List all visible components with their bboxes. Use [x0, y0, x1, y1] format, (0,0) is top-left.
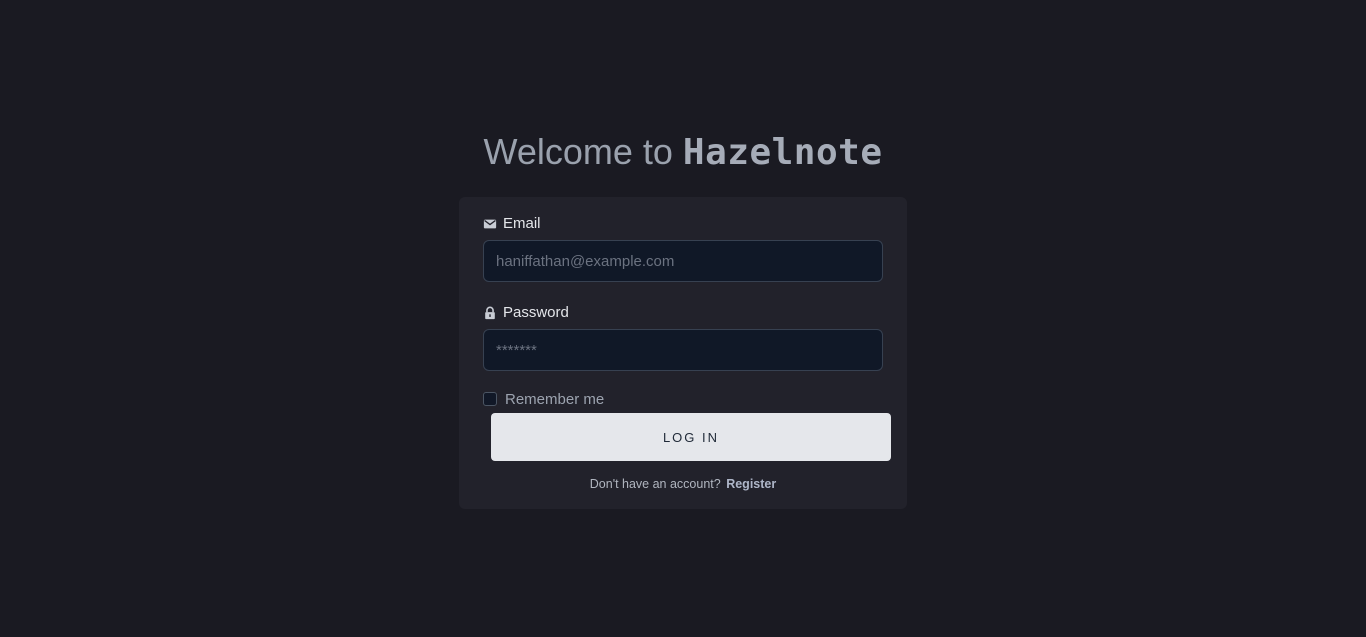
email-label-row: Email	[483, 214, 883, 234]
password-field[interactable]	[483, 329, 883, 371]
register-link[interactable]: Register	[726, 477, 776, 491]
page-title: Welcome to Hazelnote	[459, 126, 907, 184]
login-button[interactable]: LOG IN	[491, 413, 891, 461]
password-label: Password	[503, 304, 569, 321]
remember-me-row[interactable]: Remember me	[483, 390, 883, 408]
password-label-row: Password	[483, 303, 883, 323]
mail-icon	[483, 219, 497, 229]
welcome-text: Welcome to	[483, 131, 673, 172]
lock-icon	[485, 306, 495, 320]
brand-name: Hazelnote	[682, 132, 883, 173]
email-label: Email	[503, 215, 541, 232]
login-container: Welcome to Hazelnote Email Password Reme…	[459, 126, 907, 509]
register-prompt-text: Don't have an account?	[589, 477, 721, 491]
login-card: Email Password Remember me LOG IN Don't …	[459, 197, 907, 509]
remember-me-label[interactable]: Remember me	[505, 391, 604, 408]
register-prompt: Don't have an account? Register	[459, 477, 907, 491]
email-field[interactable]	[483, 240, 883, 282]
remember-me-checkbox[interactable]	[483, 392, 497, 406]
